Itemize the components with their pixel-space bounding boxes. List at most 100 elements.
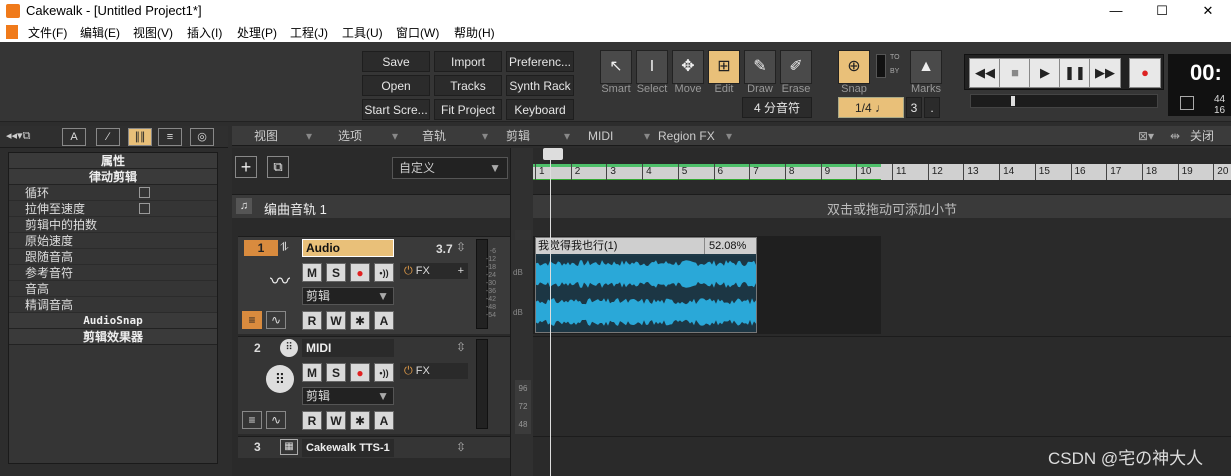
track-icon-toggle[interactable]: ⥮ xyxy=(280,240,289,255)
arranger-track-name[interactable]: 编曲音轨 1 xyxy=(264,199,327,218)
track-name[interactable]: MIDI xyxy=(302,339,394,357)
marks-button[interactable]: ▲ xyxy=(910,50,942,84)
fx-bin[interactable]: ⏻ FX xyxy=(400,363,468,379)
options-menu[interactable]: 选项 xyxy=(338,128,362,144)
move-tool-button[interactable]: ✥ xyxy=(672,50,704,84)
power-icon[interactable]: ⏻ xyxy=(404,365,413,377)
open-button[interactable]: Open xyxy=(362,75,430,96)
fx-bin[interactable]: ⏻ FX + xyxy=(400,263,468,279)
track-number[interactable]: 1 xyxy=(244,240,278,256)
arranger-lane[interactable]: 双击或拖动可添加小节 xyxy=(533,194,1231,218)
clip-fx-section[interactable]: 剪辑效果器 xyxy=(9,329,217,345)
synth-icon[interactable]: ▦ xyxy=(280,439,298,455)
loop-checkbox[interactable] xyxy=(139,187,150,198)
write-automation-button[interactable]: W xyxy=(326,311,346,330)
inspector-tab-clip[interactable]: ∥∥ xyxy=(128,128,152,146)
midi-port-icon[interactable]: ⠿ xyxy=(280,339,298,357)
add-fx-icon[interactable]: + xyxy=(458,263,464,279)
edit-filter-select[interactable]: 剪辑 ▼ xyxy=(302,387,394,405)
menu-edit[interactable]: 编辑(E) xyxy=(80,24,120,41)
input-echo-button[interactable]: •)) xyxy=(374,363,394,382)
track-preset-select[interactable]: 自定义 ▼ xyxy=(392,157,508,179)
track-name[interactable]: Audio xyxy=(302,239,394,257)
freeze-button[interactable]: ✱ xyxy=(350,311,370,330)
archive-button[interactable]: A xyxy=(374,311,394,330)
mute-button[interactable]: M xyxy=(302,263,322,282)
minimize-button[interactable]: — xyxy=(1093,0,1139,22)
rewind-button[interactable]: ◀◀ xyxy=(969,58,1001,88)
stretch-checkbox[interactable] xyxy=(139,203,150,214)
erase-tool-button[interactable]: ✐ xyxy=(780,50,812,84)
clip-header[interactable]: 我觉得我也行(1) 52.08% xyxy=(536,238,756,254)
midi-menu-arrow[interactable]: ▾ xyxy=(644,128,650,144)
keyboard-button[interactable]: Keyboard xyxy=(506,99,574,120)
track-menu-arrow[interactable]: ▾ xyxy=(482,128,488,144)
close-view-button[interactable]: 关闭 xyxy=(1190,128,1214,144)
menu-process[interactable]: 处理(P) xyxy=(237,24,277,41)
record-arm-button[interactable]: ● xyxy=(350,263,370,282)
mute-button[interactable]: M xyxy=(302,363,322,382)
track-2-lane[interactable] xyxy=(533,336,1231,434)
record-button[interactable]: ● xyxy=(1129,58,1161,88)
expand-arrows-icon[interactable]: ⇳ xyxy=(456,340,466,354)
now-time-marker[interactable] xyxy=(543,148,563,160)
freeze-button[interactable]: ✱ xyxy=(350,411,370,430)
envelope-icon[interactable]: ⊠▾ xyxy=(1138,128,1154,144)
power-icon[interactable]: ⏻ xyxy=(404,265,413,277)
expand-arrows-icon[interactable]: ⇳ xyxy=(456,440,466,454)
inspector-tab-knob[interactable]: ◎ xyxy=(190,128,214,146)
fast-forward-button[interactable]: ▶▶ xyxy=(1089,58,1121,88)
menu-insert[interactable]: 插入(I) xyxy=(187,24,222,41)
automation-icon[interactable]: ∿ xyxy=(266,311,286,329)
track-divider[interactable]: dB dB 96 72 48 xyxy=(510,148,533,476)
snap-dot-button[interactable]: . xyxy=(924,97,940,118)
read-automation-button[interactable]: R xyxy=(302,411,322,430)
clip-menu[interactable]: 剪辑 xyxy=(506,128,530,144)
smart-tool-button[interactable]: ↖ xyxy=(600,50,632,84)
play-button[interactable]: ▶ xyxy=(1029,58,1061,88)
close-icon[interactable]: ⇹ xyxy=(1170,128,1180,144)
draw-tool-button[interactable]: ✎ xyxy=(744,50,776,84)
groove-clip-section[interactable]: 律动剪辑 xyxy=(9,169,217,185)
add-track-button[interactable]: + xyxy=(235,156,257,178)
inspector-tab-pen[interactable]: ∕ xyxy=(96,128,120,146)
track-1-lane-empty[interactable] xyxy=(881,236,1231,334)
edit-tool-button[interactable]: ⊞ xyxy=(708,50,740,84)
maximize-button[interactable]: ☐ xyxy=(1139,0,1185,22)
solo-button[interactable]: S xyxy=(326,363,346,382)
select-tool-button[interactable]: I xyxy=(636,50,668,84)
inspector-tab-list[interactable]: ≡ xyxy=(158,128,182,146)
snap-toggle-button[interactable]: ⊕ xyxy=(838,50,870,84)
view-menu-arrow[interactable]: ▾ xyxy=(306,128,312,144)
import-button[interactable]: Import xyxy=(434,51,502,72)
clips-pane[interactable]: 双击或拖动可添加小节 我觉得我也行(1) 52.08% CSDN @宅の神大人 … xyxy=(533,148,1231,476)
midi-menu[interactable]: MIDI xyxy=(588,128,613,144)
track-name[interactable]: Cakewalk TTS-1 xyxy=(302,439,394,457)
menu-file[interactable]: 文件(F) xyxy=(28,24,67,41)
start-screen-button[interactable]: Start Scre... xyxy=(362,99,430,120)
collapse-inspector-icon[interactable]: ◂◂▾⧉ xyxy=(6,129,30,143)
track-number[interactable]: 2 xyxy=(254,341,261,355)
menu-help[interactable]: 帮助(H) xyxy=(454,24,495,41)
audiosnap-section[interactable]: AudioSnap xyxy=(9,313,217,329)
write-automation-button[interactable]: W xyxy=(326,411,346,430)
stop-button[interactable]: ■ xyxy=(999,58,1031,88)
save-button[interactable]: Save xyxy=(362,51,430,72)
menu-window[interactable]: 窗口(W) xyxy=(396,24,439,41)
input-echo-button[interactable]: •)) xyxy=(374,263,394,282)
expand-arrows-icon[interactable]: ⇳ xyxy=(456,240,466,254)
menu-tools[interactable]: 工具(U) xyxy=(342,24,383,41)
edit-filter-select[interactable]: 剪辑 ▼ xyxy=(302,287,394,305)
menu-view[interactable]: 视图(V) xyxy=(133,24,173,41)
region-fx-menu[interactable]: Region FX xyxy=(658,128,715,144)
slider-thumb[interactable] xyxy=(1011,96,1015,106)
record-arm-button[interactable]: ● xyxy=(350,363,370,382)
note-division-select[interactable]: 4 分音符 xyxy=(742,97,812,118)
preferences-button[interactable]: Preferenc... xyxy=(506,51,574,72)
view-menu[interactable]: 视图 xyxy=(254,128,278,144)
solo-button[interactable]: S xyxy=(326,263,346,282)
synth-rack-button[interactable]: Synth Rack xyxy=(506,75,574,96)
app-menu-icon[interactable] xyxy=(6,25,18,39)
close-window-button[interactable]: ✕ xyxy=(1185,0,1231,22)
snap-count[interactable]: 3 xyxy=(906,97,922,118)
